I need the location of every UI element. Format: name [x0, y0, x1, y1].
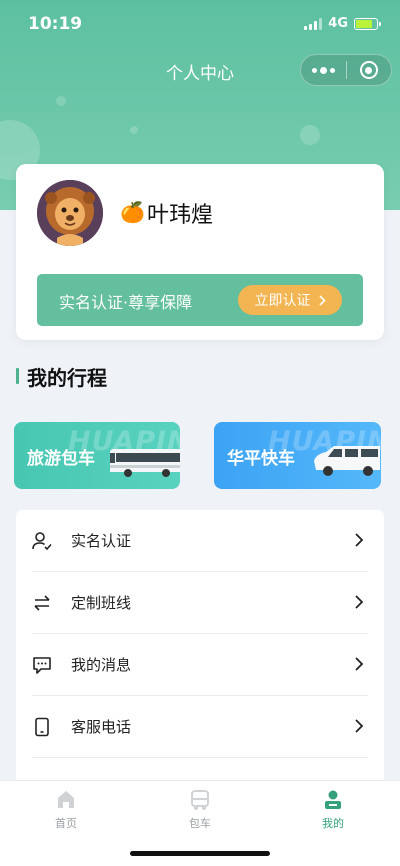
tab-mine[interactable]: 我的: [293, 789, 373, 831]
section-title-text: 我的行程: [27, 365, 107, 390]
profile-icon: [325, 790, 341, 809]
mini-program-capsule: [300, 54, 392, 86]
express-car-card[interactable]: HUAPIN 华平快车: [214, 422, 381, 489]
express-car-label: 华平快车: [227, 449, 295, 469]
network-type: 4G: [328, 16, 348, 31]
menu-item-label: 我的消息: [71, 656, 132, 674]
home-icon: [58, 791, 74, 808]
menu-item-label: 定制班线: [71, 594, 132, 612]
menu-item-messages[interactable]: 我的消息: [16, 634, 384, 696]
van-icon: [314, 446, 380, 476]
menu-item-real-name[interactable]: 实名认证: [16, 510, 384, 572]
tab-label: 我的: [322, 817, 344, 830]
user-check-icon: [32, 532, 52, 551]
tour-charter-label: 旅游包车: [27, 449, 95, 469]
phone-icon: [35, 717, 49, 737]
tab-charter[interactable]: 包车: [160, 789, 240, 831]
tour-charter-card[interactable]: HUAPIN 旅游包车: [14, 422, 180, 489]
coach-bus-icon: [110, 449, 180, 477]
avatar[interactable]: [37, 180, 103, 246]
more-icon[interactable]: [301, 55, 346, 85]
menu-item-custom-route[interactable]: 定制班线: [16, 572, 384, 634]
profile-card: 🍊 叶玮煌 实名认证·尊享保障 立即认证: [16, 164, 384, 340]
menu-item-label: 实名认证: [71, 532, 132, 550]
status-time: 10:19: [28, 14, 83, 34]
settings-menu: 实名认证 定制班线 我的消息 客服电话: [16, 510, 384, 780]
signal-icon: [304, 17, 323, 30]
menu-item-service-phone[interactable]: 客服电话: [16, 696, 384, 758]
verify-now-label: 立即认证: [254, 293, 311, 309]
chevron-right-icon: [355, 719, 364, 733]
verify-banner-text: 实名认证·尊享保障: [59, 293, 193, 312]
home-indicator: [130, 851, 270, 856]
verify-banner: 实名认证·尊享保障 立即认证: [37, 274, 363, 326]
tab-label: 包车: [189, 817, 211, 830]
orange-emoji: 🍊: [120, 200, 145, 224]
tab-home[interactable]: 首页: [26, 789, 106, 831]
chevron-right-icon: [355, 533, 364, 547]
tab-label: 首页: [55, 817, 77, 830]
swap-arrows-icon: [34, 595, 50, 611]
chevron-right-icon: [355, 595, 364, 609]
chevron-right-icon: [318, 294, 326, 306]
menu-item-label: 客服电话: [71, 718, 132, 736]
status-bar: 10:19 4G: [0, 0, 400, 48]
battery-icon: [354, 17, 381, 30]
trips-section-title: 我的行程: [16, 364, 107, 390]
bus-icon: [191, 790, 209, 810]
verify-now-button[interactable]: 立即认证: [238, 285, 342, 315]
chevron-right-icon: [355, 657, 364, 671]
user-name: 叶玮煌: [147, 203, 214, 228]
message-icon: [33, 657, 51, 674]
section-accent-bar: [16, 368, 19, 384]
close-icon[interactable]: [346, 55, 391, 85]
